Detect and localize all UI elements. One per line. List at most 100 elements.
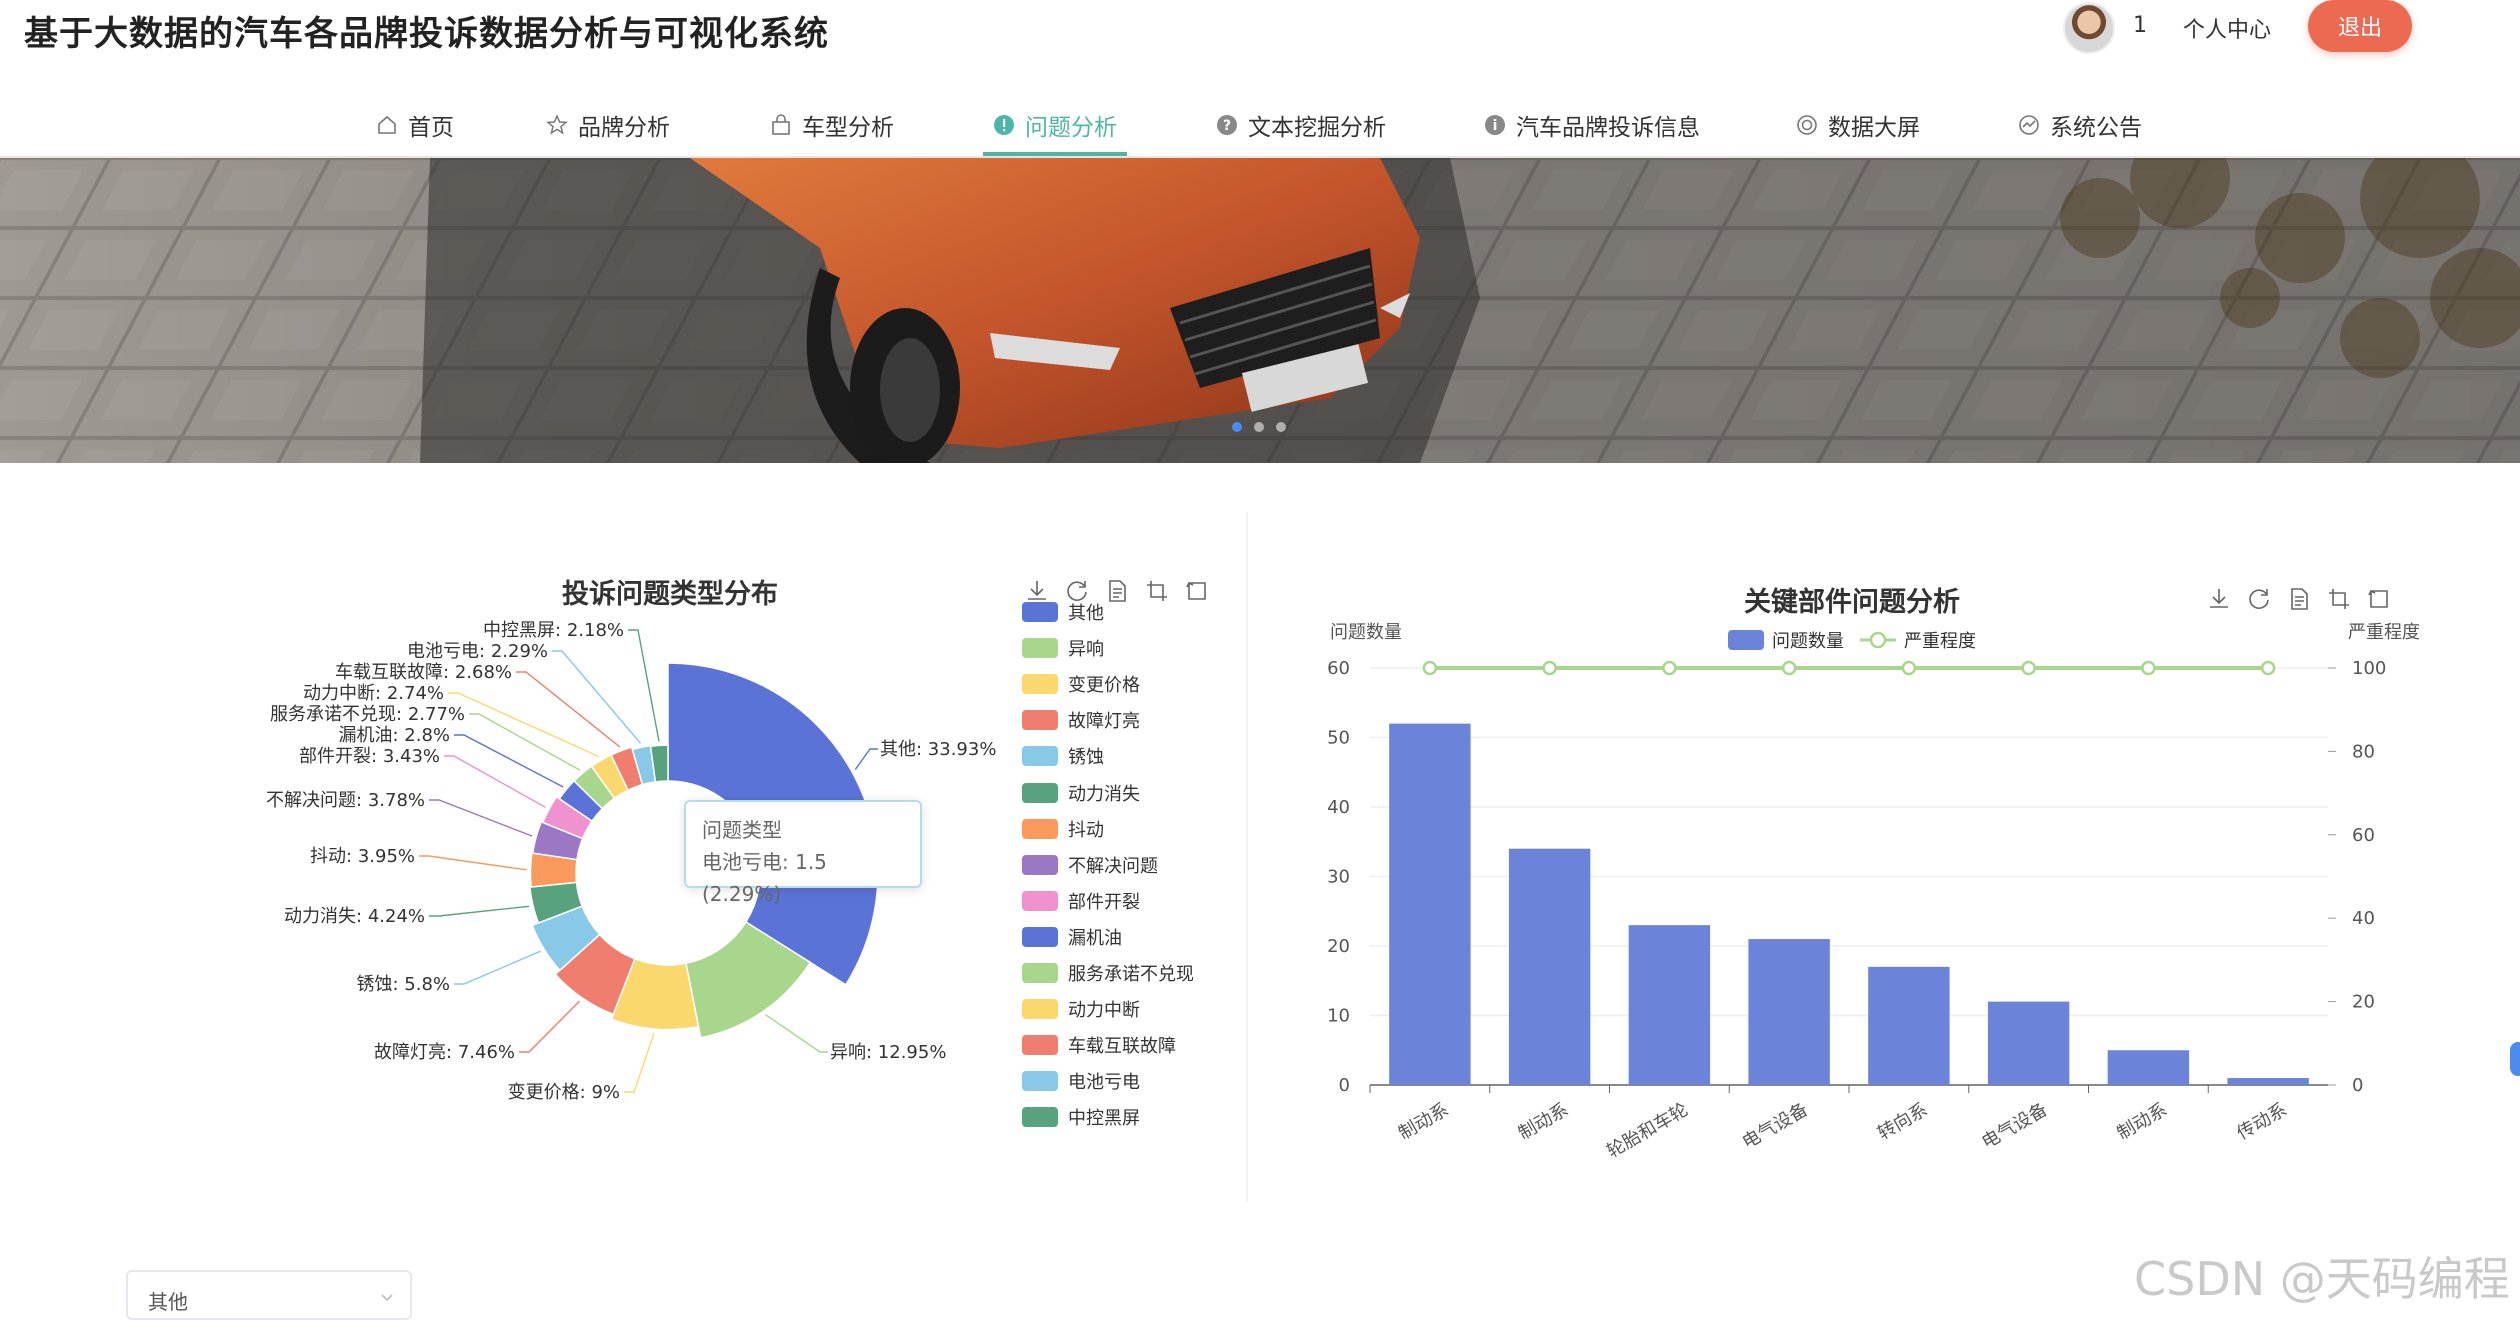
legend-swatch — [1022, 963, 1058, 983]
pie-label-line — [854, 748, 878, 770]
legend-item[interactable]: 其他 — [1022, 602, 1104, 624]
nav-item-complaint-info[interactable]: i 汽车品牌投诉信息 — [1484, 96, 1700, 154]
y-tick-right: 100 — [2352, 658, 2386, 679]
select-value: 其他 — [148, 1290, 188, 1314]
y-tick-left: 0 — [1339, 1075, 1350, 1096]
svg-text:i: i — [1493, 118, 1498, 134]
legend-item[interactable]: 动力中断 — [1022, 999, 1140, 1022]
legend-item[interactable]: 中控黑屏 — [1022, 1107, 1140, 1130]
legend-swatch — [1022, 999, 1058, 1020]
legend-label: 动力中断 — [1068, 1000, 1140, 1022]
chevron-down-icon — [381, 1294, 393, 1302]
legend-marker — [1869, 631, 1887, 649]
legend-swatch — [1728, 630, 1764, 650]
legend-label: 严重程度 — [1904, 631, 1976, 652]
chart-circle-icon — [2018, 114, 2040, 136]
legend-item[interactable]: 电池亏电 — [1022, 1071, 1140, 1094]
y-axis-label-left: 问题数量 — [1330, 622, 1402, 643]
line-point — [2021, 660, 2036, 676]
legend-swatch — [1022, 746, 1058, 767]
pie-label-line — [628, 629, 660, 742]
nav-label: 系统公告 — [2050, 115, 2142, 141]
legend-label: 服务承诺不兑现 — [1068, 964, 1194, 985]
legend-item[interactable]: 锈蚀 — [1022, 746, 1104, 768]
x-tick-label: 轮胎和车轮 — [1603, 1099, 1691, 1160]
banner-dot[interactable] — [1254, 422, 1264, 432]
pie-label: 动力消失: 4.24% — [284, 906, 425, 927]
y-tick-right: 0 — [2352, 1075, 2363, 1096]
legend-item[interactable]: 不解决问题 — [1022, 854, 1158, 877]
chart-divider — [1246, 512, 1248, 1202]
bar — [1868, 966, 1950, 1085]
logout-button[interactable]: 退出 — [2308, 0, 2412, 52]
line-point — [2141, 660, 2156, 676]
bar — [2227, 1078, 2309, 1085]
side-handle[interactable] — [2510, 1042, 2520, 1076]
y-tick-left: 30 — [1327, 867, 1350, 888]
pie-label: 中控黑屏: 2.18% — [483, 620, 624, 641]
y-axis-label-right: 严重程度 — [2348, 622, 2420, 643]
legend-swatch — [1022, 1107, 1058, 1128]
legend-label: 故障灯亮 — [1068, 711, 1140, 733]
pie-label: 其他: 33.93% — [880, 739, 996, 760]
legend-label: 电池亏电 — [1068, 1072, 1140, 1094]
legend-item[interactable]: 异响 — [1022, 638, 1104, 661]
user-center-link[interactable]: 个人中心 — [2183, 12, 2271, 44]
pie-label-line — [448, 692, 600, 758]
pie-label: 不解决问题: 3.78% — [266, 790, 425, 811]
legend-swatch — [1022, 674, 1058, 695]
nav-item-announcements[interactable]: 系统公告 — [2018, 96, 2142, 154]
banner-dot[interactable] — [1276, 422, 1286, 432]
x-tick-label: 转向系 — [1874, 1099, 1931, 1144]
line-point — [1542, 660, 1557, 676]
y-tick-right: 80 — [2352, 741, 2375, 762]
legend-swatch — [1022, 638, 1058, 659]
pie-label-line — [454, 734, 564, 788]
bar — [2107, 1050, 2190, 1085]
user-id: 1 — [2133, 13, 2147, 38]
legend-item[interactable]: 故障灯亮 — [1022, 710, 1140, 733]
pie-label: 部件开裂: 3.43% — [299, 746, 440, 767]
y-tick-right: 60 — [2352, 825, 2375, 846]
line-point — [1422, 660, 1438, 676]
pie-tooltip: 问题类型 电池亏电: 1.5 (2.29%) — [684, 800, 922, 906]
watermark: CSDN @天码编程 — [2134, 1252, 2510, 1306]
legend-label: 变更价格 — [1068, 675, 1140, 697]
legend-swatch — [1022, 782, 1058, 803]
pie-label-line — [429, 905, 530, 917]
legend-label: 动力消失 — [1068, 783, 1140, 805]
legend-item[interactable]: 动力消失 — [1022, 782, 1140, 805]
x-tick-label: 制动系 — [1515, 1099, 1572, 1144]
nav-item-data-screen[interactable]: 数据大屏 — [1796, 96, 1920, 154]
legend-label: 中控黑屏 — [1068, 1108, 1140, 1130]
legend-item[interactable]: 变更价格 — [1022, 674, 1140, 697]
pie-label: 动力中断: 2.74% — [303, 683, 444, 704]
y-tick-left: 40 — [1327, 797, 1350, 818]
legend-item[interactable]: 部件开裂 — [1022, 890, 1140, 913]
legend-item[interactable]: 漏机油 — [1022, 926, 1122, 949]
tooltip-title: 问题类型 — [702, 818, 782, 842]
legend-item[interactable]: 服务承诺不兑现 — [1022, 963, 1194, 985]
avatar[interactable] — [2063, 2, 2115, 54]
x-tick-label: 电气设备 — [1978, 1099, 2051, 1153]
pie-label: 变更价格: 9% — [508, 1082, 620, 1103]
nav-label: 数据大屏 — [1828, 115, 1920, 141]
legend-label: 异响 — [1068, 639, 1104, 661]
legend-item[interactable]: 车载互联故障 — [1022, 1035, 1176, 1058]
target-icon — [1796, 114, 1818, 136]
legend-swatch — [1022, 926, 1058, 947]
pie-label: 抖动: 3.95% — [310, 846, 415, 867]
legend-label: 部件开裂 — [1068, 891, 1140, 913]
pie-label-line — [516, 671, 621, 748]
line-point — [1781, 660, 1797, 676]
y-tick-right: 40 — [2352, 908, 2375, 929]
legend-label: 不解决问题 — [1068, 855, 1158, 877]
nav-label: 文本挖掘分析 — [1248, 115, 1386, 141]
legend-label: 车载互联故障 — [1068, 1036, 1176, 1058]
legend-item[interactable]: 抖动 — [1022, 818, 1104, 841]
tooltip-value: 电池亏电: 1.5 (2.29%) — [702, 850, 827, 906]
bar — [1508, 848, 1591, 1085]
legend-label: 问题数量 — [1772, 631, 1844, 652]
line-point — [1901, 660, 1917, 676]
pie-label: 电池亏电: 2.29% — [407, 641, 548, 662]
